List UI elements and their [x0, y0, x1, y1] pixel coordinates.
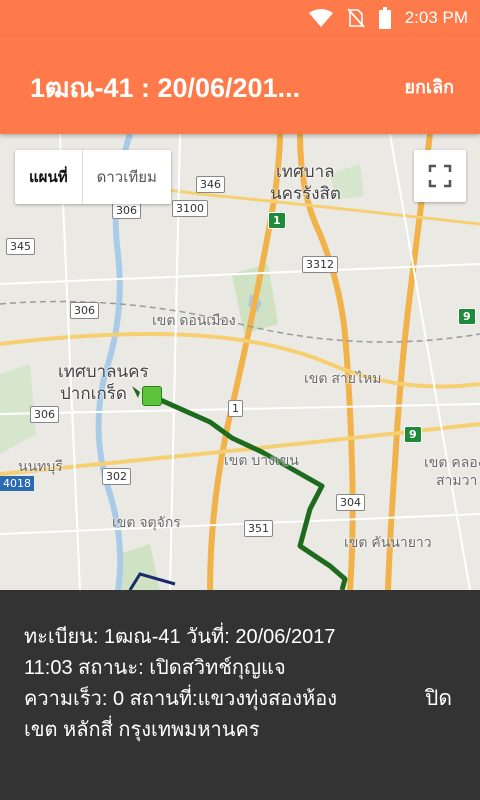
map-label: เขต ดอนเมือง [152, 312, 236, 328]
start-marker[interactable] [142, 386, 162, 406]
map-label: เขต คันนายาว [344, 534, 432, 550]
snackbar: ทะเบียน: 1ฒณ-41 วันที่: 20/06/2017 11:03… [0, 590, 480, 800]
cancel-button[interactable]: ยกเลิก [404, 72, 454, 101]
map-label: สามวา [436, 472, 478, 488]
road-shield: 302 [102, 468, 131, 485]
map-label: นครรังสิต [270, 184, 341, 203]
status-bar: 2:03 PM [0, 0, 480, 36]
road-shield: 3312 [302, 256, 338, 273]
map-label: เขต บางเขน [224, 452, 299, 468]
close-button[interactable]: ปิด [425, 682, 452, 715]
snackbar-message: ทะเบียน: 1ฒณ-41 วันที่: 20/06/2017 11:03… [24, 626, 338, 741]
map-type-map[interactable]: แผนที่ [15, 150, 83, 204]
road-shield: 351 [244, 520, 273, 537]
road-shield: 306 [30, 406, 59, 423]
map-label: นนทบุรี [18, 458, 63, 474]
road-shield: 346 [196, 176, 225, 193]
map-view[interactable]: แผนที่ ดาวเทียม เทศบาล นครรังสิต เขต ดอน… [0, 134, 480, 590]
no-sim-icon [347, 8, 365, 28]
map-label: ปากเกร็ด [60, 384, 127, 403]
road-shield: 306 [70, 302, 99, 319]
road-shield: 345 [6, 238, 35, 255]
road-shield: 3100 [172, 200, 208, 217]
route-badge: 4018 [0, 476, 34, 491]
fullscreen-icon [428, 164, 452, 188]
road-shield: 306 [112, 202, 141, 219]
map-type-toggle: แผนที่ ดาวเทียม [15, 150, 171, 204]
road-shield: 304 [336, 494, 365, 511]
highway-shield: 9 [404, 426, 422, 443]
battery-icon [378, 7, 391, 29]
wifi-icon [308, 9, 333, 27]
map-type-satellite[interactable]: ดาวเทียม [83, 150, 171, 204]
highway-shield: 1 [268, 212, 286, 229]
highway-shield: 1 [228, 400, 243, 417]
highway-shield: 9 [458, 308, 476, 325]
app-bar: 1ฒณ-41 : 20/06/201... ยกเลิก [0, 36, 480, 134]
page-title: 1ฒณ-41 : 20/06/201... [30, 73, 301, 103]
status-time: 2:03 PM [404, 8, 468, 27]
map-label: เขต จตุจักร [112, 514, 181, 530]
map-label: เขต สายไหม [304, 370, 382, 386]
fullscreen-button[interactable] [414, 150, 466, 202]
